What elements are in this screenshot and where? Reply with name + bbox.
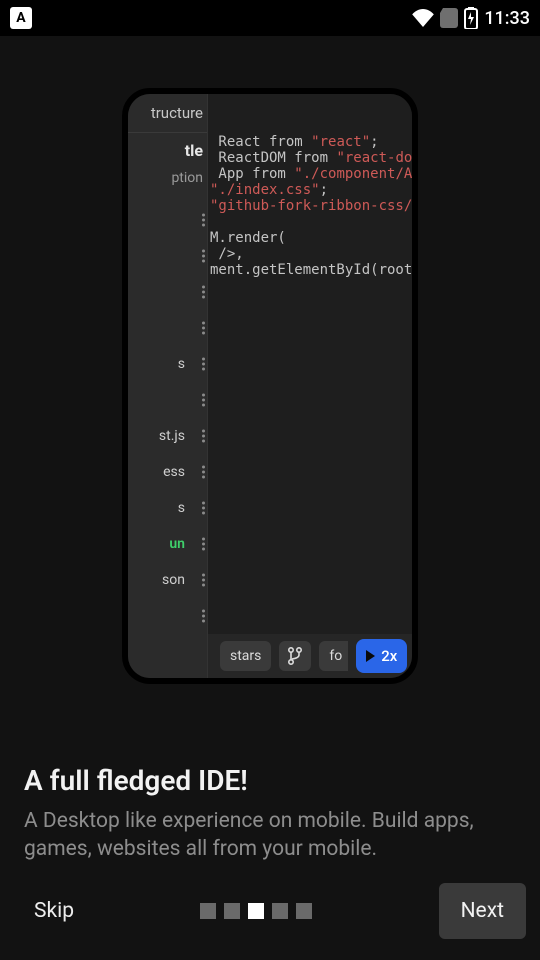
onboarding-preview-stage: tructure tle ption s st.js ess s un son React… <box>0 36 540 736</box>
project-structure-sidebar: tructure tle ption s st.js ess s un son <box>128 94 208 678</box>
device-frame: tructure tle ption s st.js ess s un son React… <box>122 88 418 684</box>
onboarding-title: A full fledged IDE! <box>24 764 516 797</box>
more-vert-icon[interactable] <box>202 394 205 407</box>
next-button[interactable]: Next <box>439 883 526 939</box>
sidebar-header: tructure <box>128 94 207 133</box>
file-row[interactable]: son <box>128 562 207 598</box>
more-vert-icon[interactable] <box>202 538 205 551</box>
run-button[interactable]: 2x <box>356 639 407 673</box>
file-row[interactable] <box>128 238 207 274</box>
more-vert-icon[interactable] <box>202 430 205 443</box>
onboarding-controls: Skip Next <box>0 876 540 946</box>
page-dot[interactable] <box>272 903 288 919</box>
git-branch-chip[interactable] <box>279 641 311 671</box>
sidebar-description: ption <box>128 170 203 186</box>
file-row[interactable] <box>128 598 207 634</box>
onboarding-subtitle: A Desktop like experience on mobile. Bui… <box>24 807 516 864</box>
status-bar: A 11:33 <box>0 0 540 36</box>
file-row[interactable]: st.js <box>128 418 207 454</box>
file-label: un <box>169 536 185 552</box>
file-label: ess <box>163 464 185 480</box>
file-list: s st.js ess s un son <box>128 202 207 634</box>
no-sim-icon <box>440 8 458 28</box>
chip-stars[interactable]: stars <box>220 641 271 671</box>
more-vert-icon[interactable] <box>202 574 205 587</box>
sidebar-title: tle <box>128 141 203 160</box>
more-vert-icon[interactable] <box>202 502 205 515</box>
page-dot[interactable] <box>296 903 312 919</box>
more-vert-icon[interactable] <box>202 466 205 479</box>
file-row[interactable] <box>128 382 207 418</box>
file-label: s <box>178 356 185 372</box>
file-label: son <box>162 572 185 588</box>
git-branch-icon <box>287 647 303 665</box>
file-row[interactable]: s <box>128 346 207 382</box>
more-vert-icon[interactable] <box>202 214 205 227</box>
file-row[interactable] <box>128 274 207 310</box>
page-dot[interactable] <box>248 903 264 919</box>
battery-charging-icon <box>464 7 478 29</box>
file-row[interactable] <box>128 310 207 346</box>
more-vert-icon[interactable] <box>202 358 205 371</box>
editor-bottom-bar: stars fo 2x <box>208 634 412 678</box>
page-dot[interactable] <box>200 903 216 919</box>
file-row[interactable]: s <box>128 490 207 526</box>
wifi-icon <box>412 9 434 27</box>
file-label: s <box>178 500 185 516</box>
run-speed-label: 2x <box>381 647 397 665</box>
chip-forks[interactable]: fo <box>319 641 348 671</box>
status-time: 11:33 <box>484 8 530 29</box>
more-vert-icon[interactable] <box>202 322 205 335</box>
onboarding-text: A full fledged IDE! A Desktop like exper… <box>0 764 540 864</box>
play-icon <box>366 650 375 662</box>
file-row[interactable] <box>128 202 207 238</box>
more-vert-icon[interactable] <box>202 610 205 623</box>
file-label: st.js <box>159 428 185 444</box>
keyboard-indicator-badge: A <box>10 7 32 29</box>
file-row[interactable]: ess <box>128 454 207 490</box>
page-indicator <box>200 903 312 919</box>
skip-button[interactable]: Skip <box>34 899 74 923</box>
page-dot[interactable] <box>224 903 240 919</box>
more-vert-icon[interactable] <box>202 250 205 263</box>
code-editor[interactable]: React from "react"; ReactDOM from "react… <box>208 94 412 634</box>
more-vert-icon[interactable] <box>202 286 205 299</box>
file-row[interactable]: un <box>128 526 207 562</box>
